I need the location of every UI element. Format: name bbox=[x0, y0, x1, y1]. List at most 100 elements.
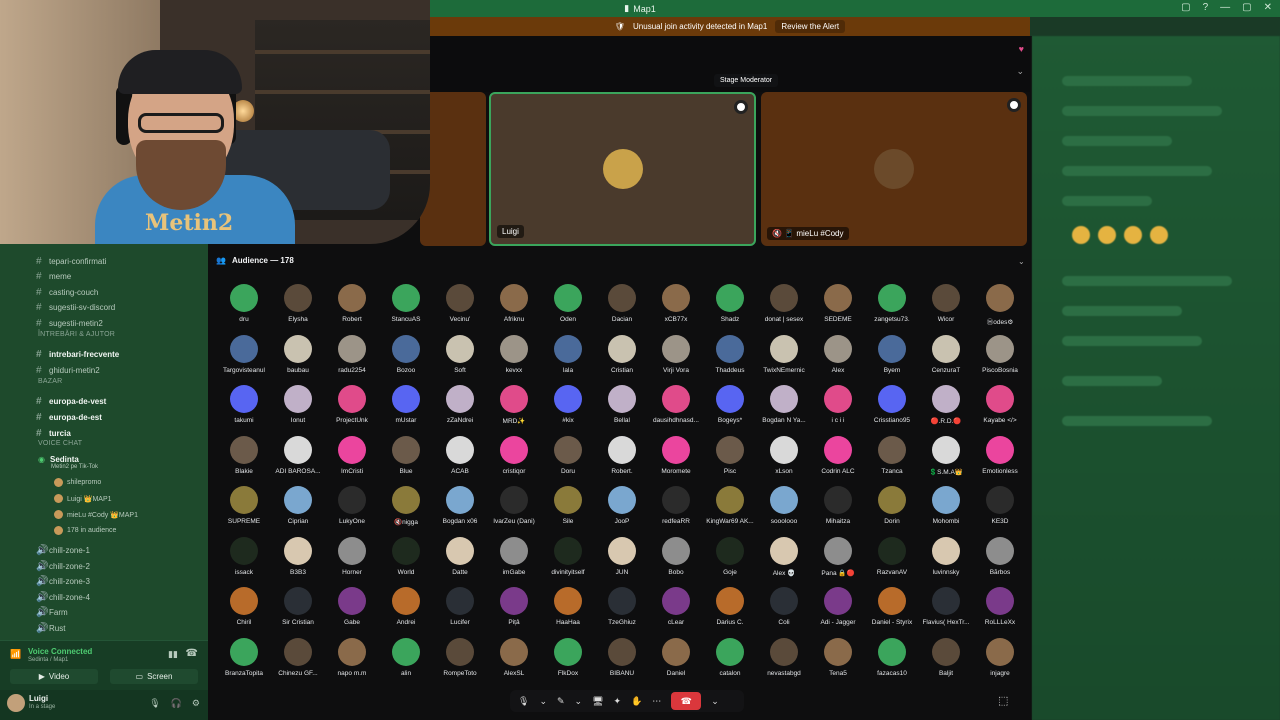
settings-icon[interactable]: ⚙ bbox=[192, 698, 200, 709]
audience-member[interactable]: cristiqor bbox=[487, 435, 541, 475]
audience-member[interactable]: Mohombi bbox=[919, 486, 973, 525]
audience-member[interactable]: Tena5 bbox=[811, 637, 865, 677]
audience-member[interactable]: Bogeys* bbox=[703, 385, 757, 424]
audience-member[interactable]: Bogdan N Ya... bbox=[757, 385, 811, 424]
audience-member[interactable]: Moromete bbox=[649, 435, 703, 475]
audience-member[interactable]: Blakie bbox=[217, 435, 271, 475]
audience-member[interactable]: zangetsu73. bbox=[865, 284, 919, 323]
audience-member[interactable]: CenzuraT bbox=[919, 334, 973, 374]
chevron-down-icon[interactable]: ⌄ bbox=[711, 696, 719, 707]
screen-share-icon[interactable]: 🖥 bbox=[592, 696, 603, 707]
stage-member[interactable]: 178 in audience bbox=[54, 526, 116, 535]
audience-member[interactable]: Darius C. bbox=[703, 587, 757, 626]
audience-member[interactable]: Pisc bbox=[703, 435, 757, 475]
channel-item[interactable]: # casting-couch bbox=[36, 285, 98, 300]
audience-member[interactable]: Cristian bbox=[595, 334, 649, 374]
review-alert-button[interactable]: Review the Alert bbox=[775, 20, 846, 33]
audience-member[interactable]: Lucifer bbox=[433, 587, 487, 626]
channel-item[interactable]: # intrebari-frecvente bbox=[36, 347, 119, 362]
moderator-icon[interactable] bbox=[734, 100, 748, 114]
audience-member[interactable]: Robert. bbox=[595, 435, 649, 475]
audience-member[interactable]: Pițâ bbox=[487, 587, 541, 626]
audience-member[interactable]: TzeGhiuz bbox=[595, 587, 649, 626]
audience-member[interactable]: zZaNdrei bbox=[433, 385, 487, 424]
audience-member[interactable]: 🔇nigga bbox=[379, 486, 433, 526]
audience-member[interactable]: IvarZeu (Dani) bbox=[487, 486, 541, 525]
audience-member[interactable]: nevastabgd bbox=[757, 637, 811, 677]
audience-member[interactable]: redfeaRR bbox=[649, 486, 703, 525]
audience-member[interactable]: Goje bbox=[703, 536, 757, 576]
channel-item[interactable]: 🔊 chill-zone-2 bbox=[36, 559, 90, 574]
audience-member[interactable]: Datte bbox=[433, 536, 487, 576]
audience-member[interactable]: Alex bbox=[811, 334, 865, 374]
audience-member[interactable]: PiscoBosnia bbox=[973, 334, 1027, 374]
audience-member[interactable]: cLear bbox=[649, 587, 703, 626]
channel-item[interactable]: # europa-de-vest bbox=[36, 394, 106, 409]
audience-member[interactable]: injagre bbox=[973, 637, 1027, 677]
channel-item[interactable]: 🔊 chill-zone-1 bbox=[36, 543, 90, 558]
audience-member[interactable]: SEDEME bbox=[811, 284, 865, 323]
chevron-down-icon[interactable]: ⌄ bbox=[575, 696, 583, 707]
audience-member[interactable]: AlexSL bbox=[487, 637, 541, 677]
channel-item[interactable]: # sugestii-sv-discord bbox=[36, 300, 115, 315]
audience-member[interactable]: MRD✨ bbox=[487, 385, 541, 425]
audience-member[interactable]: dausihdhnasd... bbox=[649, 385, 703, 424]
audience-member[interactable]: Dacian bbox=[595, 284, 649, 323]
audience-member[interactable]: SUPREME bbox=[217, 486, 271, 525]
audience-member[interactable]: divinityitself bbox=[541, 536, 595, 576]
microphone-icon[interactable]: 🎙 bbox=[518, 696, 529, 707]
audience-member[interactable]: Chiril bbox=[217, 587, 271, 626]
audience-member[interactable]: FlkDox bbox=[541, 637, 595, 677]
audience-member[interactable]: LukyOne bbox=[325, 486, 379, 525]
audience-member[interactable]: Chinezu GF... bbox=[271, 637, 325, 677]
signal-icon[interactable]: 📶 bbox=[10, 649, 21, 660]
category-bazar[interactable]: Bazar bbox=[38, 378, 62, 385]
audience-member[interactable]: HaaHaa bbox=[541, 587, 595, 626]
category-help[interactable]: ÎNTREBĂRI & AJUTOR bbox=[38, 331, 115, 338]
stage-member[interactable]: Luigi 👑MAP1 bbox=[54, 494, 112, 503]
channel-item[interactable]: # sugestii-metin2 bbox=[36, 316, 103, 331]
audience-member[interactable]: Doru bbox=[541, 435, 595, 475]
audience-member[interactable]: Blue bbox=[379, 435, 433, 475]
audience-member[interactable]: xLson bbox=[757, 435, 811, 475]
stage-member[interactable]: shilepromo bbox=[54, 478, 101, 487]
audience-member[interactable]: Bellal bbox=[595, 385, 649, 424]
audience-member[interactable]: Flavius( HexTr... bbox=[919, 587, 973, 626]
audience-member[interactable]: RazvanAV bbox=[865, 536, 919, 576]
channel-item[interactable]: 🔊 chill-zone-3 bbox=[36, 574, 90, 589]
microphone-icon[interactable]: 🎙 bbox=[149, 698, 160, 709]
headphones-icon[interactable]: 🎧 bbox=[171, 698, 182, 709]
audience-member[interactable]: Codrin ALC bbox=[811, 435, 865, 475]
disconnect-icon[interactable]: ☎ bbox=[186, 648, 198, 659]
audience-member[interactable]: RompeToto bbox=[433, 637, 487, 677]
audience-member[interactable]: 💲S.M.A👑 bbox=[919, 435, 973, 476]
audience-member[interactable]: Ciprian bbox=[271, 486, 325, 525]
audience-member[interactable]: luvinnsky bbox=[919, 536, 973, 576]
avatar[interactable] bbox=[7, 694, 25, 712]
audience-member[interactable]: Bogdan x06 bbox=[433, 486, 487, 525]
audience-member[interactable]: Wicor bbox=[919, 284, 973, 323]
chevron-down-icon[interactable]: ⌄ bbox=[539, 696, 547, 707]
audience-member[interactable]: alin bbox=[379, 637, 433, 677]
audience-member[interactable]: StancuAS bbox=[379, 284, 433, 323]
popout-icon[interactable]: ⬚ bbox=[998, 694, 1008, 707]
audience-member[interactable]: ADI BAROSA... bbox=[271, 435, 325, 475]
audience-member[interactable]: Robert bbox=[325, 284, 379, 323]
screen-button[interactable]: ▭ Screen bbox=[110, 669, 198, 684]
audience-member[interactable]: dru bbox=[217, 284, 271, 323]
audience-member[interactable]: 🔴.R.D.🔴 bbox=[919, 385, 973, 425]
audience-member[interactable]: Thaddeus bbox=[703, 334, 757, 374]
help-icon[interactable]: ? bbox=[1203, 2, 1209, 13]
audience-member[interactable]: Ⓗodes⚙ bbox=[973, 284, 1027, 326]
audience-member[interactable]: sooolooo bbox=[757, 486, 811, 525]
voice-connected-channel[interactable]: Sedinta / Map1 bbox=[28, 657, 68, 663]
inbox-icon[interactable]: ▢ bbox=[1181, 2, 1190, 13]
audience-member[interactable]: JooP bbox=[595, 486, 649, 525]
channel-item[interactable]: # europa-de-est bbox=[36, 410, 102, 425]
audience-member[interactable]: takumi bbox=[217, 385, 271, 424]
audience-member[interactable]: Mihaitza bbox=[811, 486, 865, 525]
channel-item[interactable]: 🔊 chill-zone-4 bbox=[36, 590, 90, 605]
audience-member[interactable]: Bozoo bbox=[379, 334, 433, 374]
audience-member[interactable]: mUstar bbox=[379, 385, 433, 424]
audience-member[interactable]: KingWar69 AK... bbox=[703, 486, 757, 525]
